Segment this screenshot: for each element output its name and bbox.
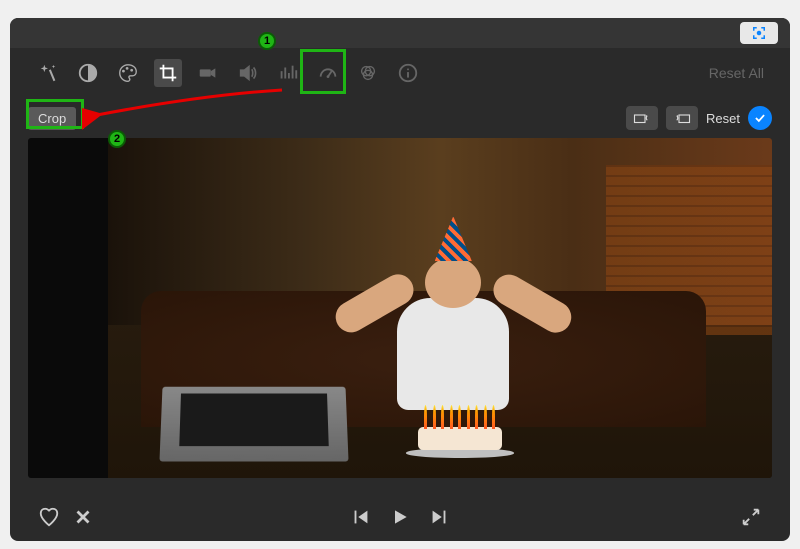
reject-button[interactable] bbox=[72, 506, 94, 528]
crop-mode-button[interactable]: Crop bbox=[28, 107, 76, 130]
crop-icon bbox=[157, 62, 179, 84]
speed-gauge-icon bbox=[317, 62, 339, 84]
play-icon bbox=[390, 507, 410, 527]
info-icon bbox=[397, 62, 419, 84]
x-icon bbox=[72, 506, 94, 528]
color-palette-icon bbox=[117, 62, 139, 84]
skip-back-button[interactable] bbox=[350, 506, 372, 528]
magic-wand-icon bbox=[37, 62, 59, 84]
toolbar-left bbox=[28, 59, 428, 87]
heart-icon bbox=[38, 506, 60, 528]
transport-controls bbox=[350, 506, 450, 528]
audio-icon bbox=[237, 62, 259, 84]
skip-forward-button[interactable] bbox=[428, 506, 450, 528]
color-balance-button[interactable] bbox=[74, 59, 102, 87]
color-balance-icon bbox=[77, 62, 99, 84]
checkmark-icon bbox=[753, 111, 767, 125]
capture-button[interactable] bbox=[740, 22, 778, 44]
apply-button[interactable] bbox=[748, 106, 772, 130]
preview-area bbox=[10, 138, 790, 494]
noise-reduction-button[interactable] bbox=[274, 59, 302, 87]
crop-controls-right: Reset bbox=[626, 106, 772, 130]
stabilization-button[interactable] bbox=[194, 59, 222, 87]
equalizer-icon bbox=[277, 62, 299, 84]
info-button[interactable] bbox=[394, 59, 422, 87]
reset-all-button[interactable]: Reset All bbox=[709, 65, 772, 81]
titlebar bbox=[10, 18, 790, 48]
expand-icon bbox=[740, 506, 762, 528]
rotate-cw-button[interactable] bbox=[666, 106, 698, 130]
favorite-button[interactable] bbox=[38, 506, 60, 528]
rating-controls bbox=[38, 506, 94, 528]
color-palette-button[interactable] bbox=[114, 59, 142, 87]
video-preview[interactable] bbox=[28, 138, 772, 478]
speed-button[interactable] bbox=[314, 59, 342, 87]
rotate-ccw-button[interactable] bbox=[626, 106, 658, 130]
rotate-cw-icon bbox=[673, 111, 691, 125]
magic-wand-button[interactable] bbox=[34, 59, 62, 87]
skip-forward-icon bbox=[428, 506, 450, 528]
crop-tool-button[interactable] bbox=[154, 59, 182, 87]
video-camera-icon bbox=[197, 62, 219, 84]
adjustment-toolbar: Reset All bbox=[10, 48, 790, 98]
capture-icon bbox=[750, 24, 768, 42]
skip-back-icon bbox=[350, 506, 372, 528]
color-wheel-icon bbox=[357, 62, 379, 84]
reset-button[interactable]: Reset bbox=[706, 111, 740, 126]
video-editor-window: Reset All Crop Reset bbox=[10, 18, 790, 541]
color-filter-button[interactable] bbox=[354, 59, 382, 87]
fullscreen-button[interactable] bbox=[740, 506, 762, 528]
play-button[interactable] bbox=[390, 507, 410, 527]
rotate-ccw-icon bbox=[633, 111, 651, 125]
video-frame-content bbox=[108, 138, 772, 478]
playback-controls bbox=[10, 494, 790, 539]
crop-controls-bar: Crop Reset bbox=[10, 98, 790, 138]
volume-button[interactable] bbox=[234, 59, 262, 87]
